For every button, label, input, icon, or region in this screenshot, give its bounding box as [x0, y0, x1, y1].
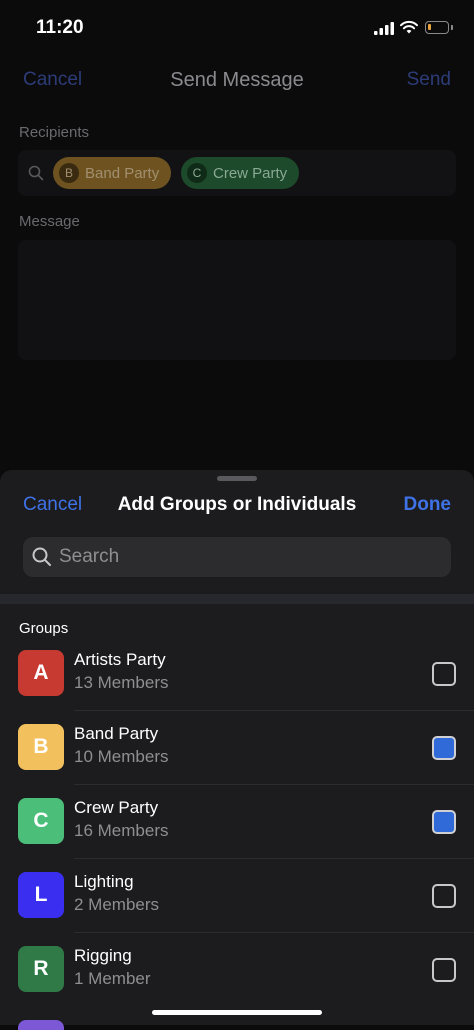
- status-time: 11:20: [36, 17, 84, 38]
- wifi-icon: [400, 20, 418, 34]
- sheet-grabber[interactable]: [217, 476, 257, 481]
- send-message-nav: Send Message Cancel Send: [0, 66, 474, 96]
- group-row-crew-party[interactable]: C Crew Party 16 Members: [0, 785, 474, 859]
- battery-cap: [451, 25, 453, 30]
- group-avatar: R: [18, 946, 64, 992]
- add-groups-sheet: Add Groups or Individuals Cancel Done Gr…: [0, 470, 474, 1025]
- home-indicator[interactable]: [152, 1010, 322, 1015]
- groups-section-label: Groups: [19, 620, 69, 637]
- group-avatar-partial: [18, 1020, 64, 1030]
- recipient-chip-band-party: B Band Party: [53, 157, 172, 189]
- group-name: Lighting: [74, 872, 134, 891]
- group-row-band-party[interactable]: B Band Party 10 Members: [0, 711, 474, 785]
- group-members: 10 Members: [74, 747, 169, 766]
- group-avatar: A: [18, 650, 64, 696]
- group-checkbox-checked[interactable]: [432, 810, 456, 834]
- cancel-button[interactable]: Cancel: [23, 494, 82, 516]
- group-name: Rigging: [74, 946, 132, 965]
- group-members: 16 Members: [74, 821, 169, 840]
- search-icon: [32, 547, 51, 566]
- search-input[interactable]: [59, 537, 439, 577]
- recipients-field: B Band Party C Crew Party: [18, 150, 456, 196]
- group-name: Crew Party: [74, 798, 159, 817]
- message-field: [18, 240, 456, 360]
- bg-cancel-button: Cancel: [23, 69, 83, 90]
- group-row-artists-party[interactable]: A Artists Party 13 Members: [0, 637, 474, 711]
- group-members: 2 Members: [74, 895, 160, 914]
- group-row-rigging[interactable]: R Rigging 1 Member: [0, 933, 474, 1007]
- group-checkbox[interactable]: [432, 662, 456, 686]
- chip-avatar: B: [59, 163, 79, 183]
- done-button[interactable]: Done: [404, 494, 452, 516]
- search-bar[interactable]: [23, 537, 451, 577]
- group-name: Band Party: [74, 724, 159, 743]
- group-avatar: B: [18, 724, 64, 770]
- chip-label: Crew Party: [213, 164, 288, 182]
- chip-avatar: C: [187, 163, 207, 183]
- bg-send-button: Send: [406, 69, 451, 90]
- group-checkbox[interactable]: [432, 884, 456, 908]
- recipient-chip-crew-party: C Crew Party: [181, 157, 300, 189]
- group-name: Artists Party: [74, 650, 166, 669]
- group-checkbox[interactable]: [432, 958, 456, 982]
- group-members: 1 Member: [74, 969, 151, 988]
- search-icon: [28, 165, 44, 181]
- section-divider: [0, 594, 474, 604]
- battery-icon: [425, 21, 449, 34]
- chip-label: Band Party: [85, 164, 160, 182]
- message-label: Message: [19, 213, 80, 230]
- group-avatar: C: [18, 798, 64, 844]
- status-bar: 11:20: [0, 0, 474, 56]
- group-avatar: L: [18, 872, 64, 918]
- group-checkbox-checked[interactable]: [432, 736, 456, 760]
- group-row-lighting[interactable]: L Lighting 2 Members: [0, 859, 474, 933]
- group-members: 13 Members: [74, 673, 169, 692]
- recipients-label: Recipients: [19, 124, 90, 141]
- cellular-signal-icon: [374, 22, 394, 35]
